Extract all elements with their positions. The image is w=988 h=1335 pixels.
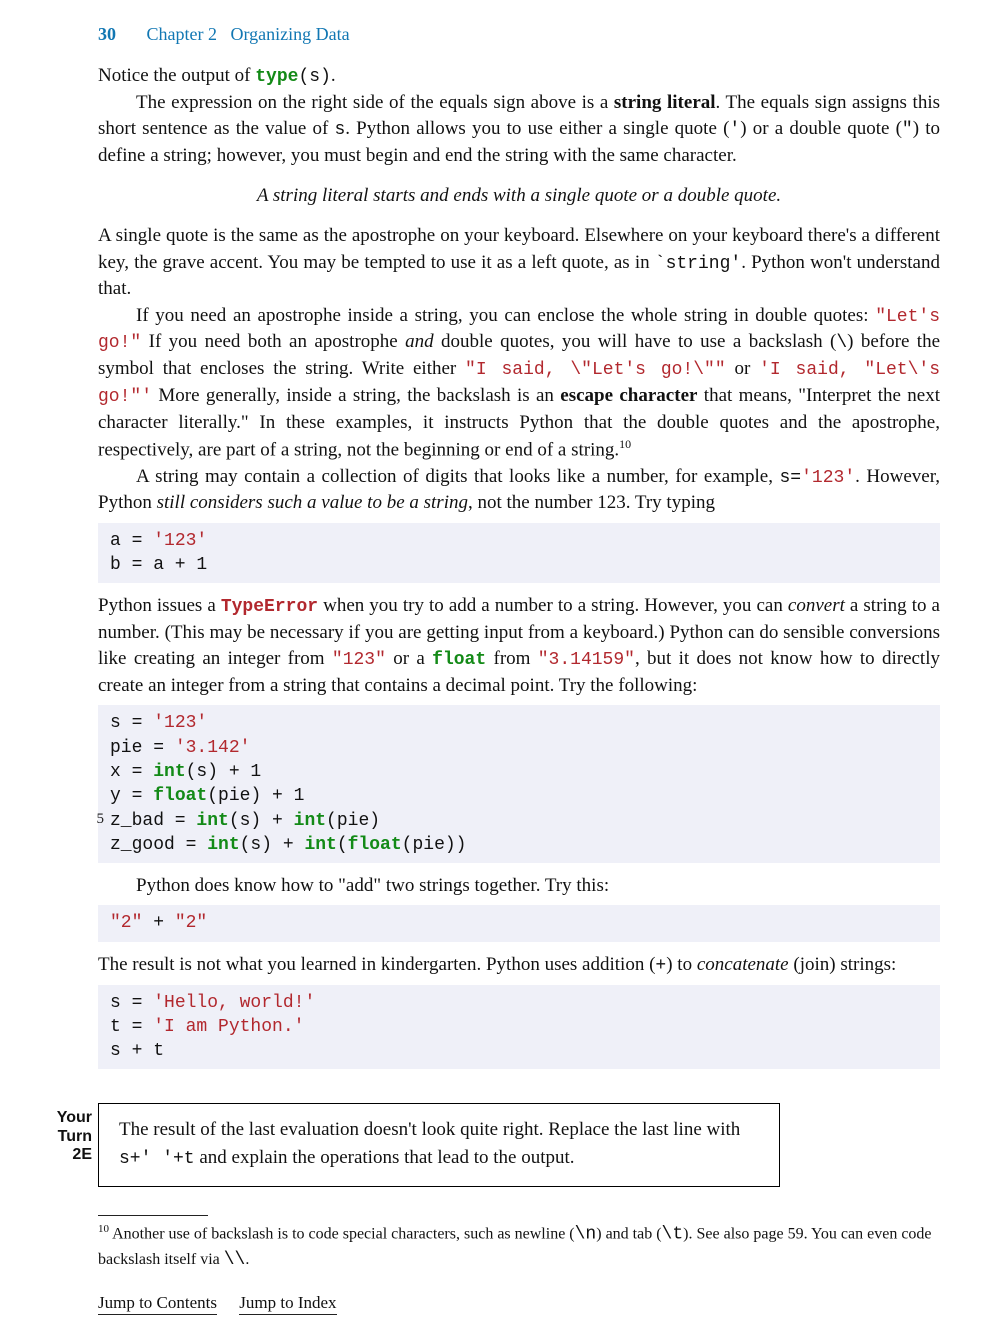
- para-convert: Python issues a TypeError when you try t…: [98, 593, 940, 699]
- your-turn-block: Your Turn 2E The result of the last eval…: [98, 1103, 940, 1187]
- running-header: 30 Chapter 2 Organizing Data: [98, 24, 940, 45]
- code-block-two-plus-two: "2" + "2": [98, 905, 940, 941]
- para-add-strings: Python does know how to "add" two string…: [98, 873, 940, 899]
- jump-to-index-link[interactable]: Jump to Index: [239, 1293, 336, 1315]
- code-block-hello-world: s = 'Hello, world!' t = 'I am Python.' s…: [98, 985, 940, 1070]
- your-turn-label: Your Turn 2E: [44, 1109, 92, 1164]
- para-type-output: Notice the output of type(s).: [98, 63, 940, 90]
- jump-to-contents-link[interactable]: Jump to Contents: [98, 1293, 217, 1315]
- page: 30 Chapter 2 Organizing Data Notice the …: [0, 0, 988, 1335]
- footnote-rule: [98, 1215, 208, 1216]
- code-block-conversions: s = '123' pie = '3.142' x = int(s) + 1 y…: [98, 705, 940, 863]
- footnote-10: 10 Another use of backslash is to code s…: [98, 1222, 940, 1273]
- footnote-ref-10[interactable]: 10: [619, 437, 631, 451]
- chapter-label: Chapter 2 Organizing Data: [147, 24, 350, 44]
- line-number-5: 5: [84, 809, 104, 829]
- code-block-typeerror: a = '123' b = a + 1: [98, 523, 940, 584]
- para-escape-char: If you need an apostrophe inside a strin…: [98, 303, 940, 464]
- para-grave-accent: A single quote is the same as the apostr…: [98, 223, 940, 302]
- your-turn-box: The result of the last evaluation doesn'…: [98, 1103, 780, 1187]
- axiom-quote-rule: A string literal starts and ends with a …: [98, 183, 940, 209]
- your-turn-text: The result of the last evaluation doesn'…: [119, 1116, 759, 1172]
- para-digit-string: A string may contain a collection of dig…: [98, 464, 940, 517]
- jump-links: Jump to Contents Jump to Index: [98, 1293, 940, 1315]
- para-string-literal: The expression on the right side of the …: [98, 90, 940, 169]
- para-concatenate: The result is not what you learned in ki…: [98, 952, 940, 979]
- page-number: 30: [98, 24, 116, 44]
